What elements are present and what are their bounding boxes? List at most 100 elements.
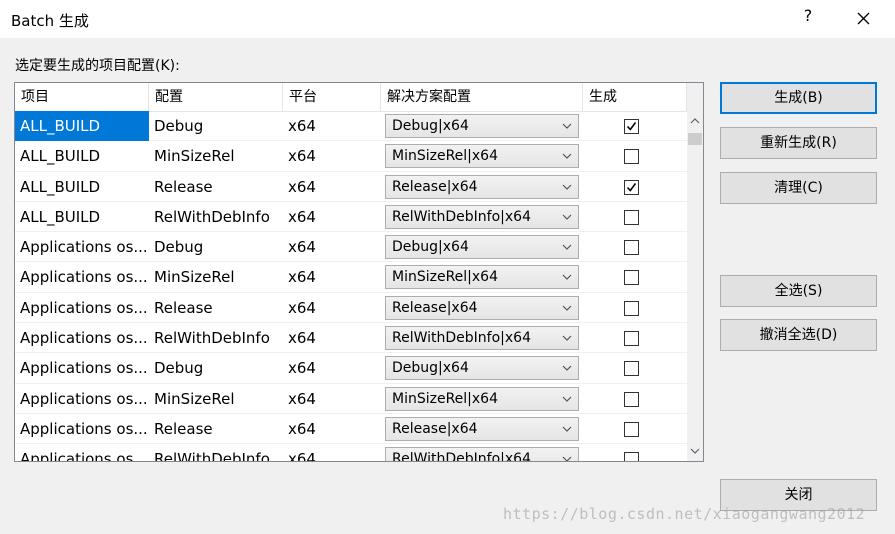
platform-cell[interactable]: x64: [283, 232, 381, 262]
chevron-down-icon: [561, 327, 573, 349]
solution-config-dropdown[interactable]: Debug|x64: [385, 114, 579, 138]
config-cell[interactable]: Debug: [149, 353, 283, 383]
platform-cell[interactable]: x64: [283, 172, 381, 202]
platform-cell[interactable]: x64: [283, 141, 381, 171]
solution-config-value: RelWithDebInfo|x64: [392, 451, 531, 462]
table-row[interactable]: ALL_BUILD MinSizeRel x64 MinSizeRel|x64: [15, 141, 687, 172]
close-icon[interactable]: [852, 8, 876, 30]
solution-config-dropdown[interactable]: Debug|x64: [385, 356, 579, 381]
solution-config-dropdown[interactable]: MinSizeRel|x64: [385, 386, 579, 411]
build-checkbox[interactable]: [624, 421, 639, 437]
column-header-project[interactable]: 项目: [15, 83, 149, 111]
platform-cell[interactable]: x64: [283, 293, 381, 323]
rebuild-button[interactable]: 重新生成(R): [720, 127, 877, 159]
project-cell[interactable]: Applications os...: [15, 414, 149, 444]
solution-config-cell: MinSizeRel|x64: [381, 384, 583, 414]
config-cell[interactable]: Release: [149, 293, 283, 323]
table-row[interactable]: Applications os... Debug x64 Debug|x64: [15, 353, 687, 384]
config-cell[interactable]: RelWithDebInfo: [149, 202, 283, 232]
build-checkbox[interactable]: [624, 240, 639, 256]
project-cell[interactable]: Applications os...: [15, 323, 149, 353]
build-checkbox[interactable]: [624, 391, 639, 407]
scroll-up-icon[interactable]: [687, 113, 703, 129]
solution-config-dropdown[interactable]: RelWithDebInfo|x64: [385, 447, 579, 462]
column-header-solution-config[interactable]: 解决方案配置: [381, 83, 583, 111]
clean-button[interactable]: 清理(C): [720, 172, 877, 204]
project-cell[interactable]: Applications os...: [15, 444, 149, 461]
config-cell[interactable]: Release: [149, 414, 283, 444]
solution-config-value: Release|x64: [392, 420, 478, 437]
table-row[interactable]: ALL_BUILD RelWithDebInfo x64 RelWithDebInfo…: [15, 202, 687, 233]
config-cell[interactable]: RelWithDebInfo: [149, 323, 283, 353]
column-header-config[interactable]: 配置: [149, 83, 283, 111]
scrollbar-thumb[interactable]: [688, 133, 702, 145]
column-header-build[interactable]: 生成: [583, 83, 687, 111]
help-button[interactable]: ?: [798, 6, 818, 30]
build-checkbox[interactable]: [624, 452, 639, 461]
solution-config-cell: RelWithDebInfo|x64: [381, 444, 583, 462]
platform-cell[interactable]: x64: [283, 202, 381, 232]
project-cell[interactable]: Applications os...: [15, 232, 149, 262]
build-checkbox[interactable]: [624, 179, 639, 195]
table-row[interactable]: Applications os... MinSizeRel x64 MinSizeRe…: [15, 262, 687, 293]
build-checkbox[interactable]: [624, 149, 639, 165]
build-checkbox[interactable]: [624, 331, 639, 347]
build-cell: [583, 172, 687, 202]
table-row[interactable]: Applications os... Release x64 Release|x64: [15, 293, 687, 324]
build-checkbox[interactable]: [624, 300, 639, 316]
project-config-grid[interactable]: 项目 配置 平台 解决方案配置 生成 ALL_BUILD Debug x64 Debu…: [14, 82, 704, 462]
platform-cell[interactable]: x64: [283, 444, 381, 461]
platform-cell[interactable]: x64: [283, 384, 381, 414]
config-cell[interactable]: MinSizeRel: [149, 141, 283, 171]
project-cell[interactable]: ALL_BUILD: [15, 141, 149, 171]
config-cell[interactable]: Debug: [149, 232, 283, 262]
build-cell: [583, 293, 687, 323]
solution-config-dropdown[interactable]: Debug|x64: [385, 235, 579, 260]
table-row[interactable]: ALL_BUILD Debug x64 Debug|x64: [15, 111, 687, 142]
column-header-platform[interactable]: 平台: [283, 83, 381, 111]
build-cell: [583, 202, 687, 232]
vertical-scrollbar[interactable]: [687, 83, 703, 461]
project-cell[interactable]: Applications os...: [15, 384, 149, 414]
platform-cell[interactable]: x64: [283, 111, 381, 141]
build-button[interactable]: 生成(B): [720, 82, 877, 114]
platform-cell[interactable]: x64: [283, 323, 381, 353]
table-row[interactable]: Applications os... Release x64 Release|x64: [15, 414, 687, 445]
solution-config-dropdown[interactable]: MinSizeRel|x64: [385, 265, 579, 290]
config-cell[interactable]: Debug: [149, 111, 283, 141]
table-row[interactable]: Applications os... Debug x64 Debug|x64: [15, 232, 687, 263]
project-cell[interactable]: Applications os...: [15, 353, 149, 383]
project-cell[interactable]: ALL_BUILD: [15, 172, 149, 202]
solution-config-cell: Debug|x64: [381, 353, 583, 383]
watermark: https://blog.csdn.net/xiaogangwang2012: [503, 505, 866, 523]
scroll-down-icon[interactable]: [687, 443, 703, 459]
solution-config-dropdown[interactable]: Release|x64: [385, 174, 579, 199]
config-cell[interactable]: RelWithDebInfo: [149, 444, 283, 461]
platform-cell[interactable]: x64: [283, 353, 381, 383]
solution-config-dropdown[interactable]: MinSizeRel|x64: [385, 144, 579, 169]
select-all-button[interactable]: 全选(S): [720, 275, 877, 307]
table-row[interactable]: ALL_BUILD Release x64 Release|x64: [15, 172, 687, 202]
build-checkbox[interactable]: [624, 119, 639, 134]
checkmark-icon: [626, 122, 637, 131]
table-row[interactable]: Applications os... RelWithDebInfo x64 RelWi…: [15, 444, 687, 462]
deselect-all-button[interactable]: 撤消全选(D): [720, 319, 877, 351]
config-cell[interactable]: Release: [149, 172, 283, 202]
solution-config-dropdown[interactable]: RelWithDebInfo|x64: [385, 204, 579, 229]
project-cell[interactable]: Applications os...: [15, 262, 149, 292]
table-row[interactable]: Applications os... RelWithDebInfo x64 RelWi…: [15, 323, 687, 354]
solution-config-dropdown[interactable]: Release|x64: [385, 295, 579, 320]
config-cell[interactable]: MinSizeRel: [149, 384, 283, 414]
build-checkbox[interactable]: [624, 270, 639, 286]
table-row[interactable]: Applications os... MinSizeRel x64 MinSizeRe…: [15, 384, 687, 414]
build-checkbox[interactable]: [624, 361, 639, 377]
project-cell[interactable]: ALL_BUILD: [15, 111, 149, 141]
config-cell[interactable]: MinSizeRel: [149, 262, 283, 292]
platform-cell[interactable]: x64: [283, 262, 381, 292]
solution-config-dropdown[interactable]: RelWithDebInfo|x64: [385, 326, 579, 351]
build-checkbox[interactable]: [624, 209, 639, 225]
platform-cell[interactable]: x64: [283, 414, 381, 444]
project-cell[interactable]: Applications os...: [15, 293, 149, 323]
solution-config-dropdown[interactable]: Release|x64: [385, 416, 579, 441]
project-cell[interactable]: ALL_BUILD: [15, 202, 149, 232]
